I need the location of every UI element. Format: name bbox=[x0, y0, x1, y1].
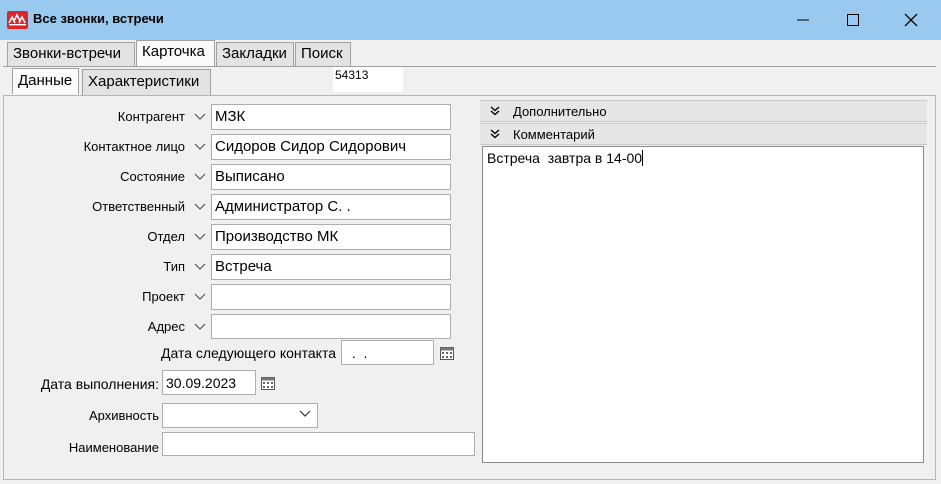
type-dropdown[interactable] bbox=[190, 254, 210, 280]
additional-section-header[interactable]: Дополнительно bbox=[480, 100, 927, 122]
status-field[interactable]: Выписано bbox=[211, 164, 451, 190]
calendar-icon[interactable] bbox=[260, 375, 276, 391]
title-bar: Все звонки, встречи bbox=[0, 0, 941, 40]
contractor-field[interactable]: МЗК bbox=[211, 104, 451, 130]
comment-text: Встреча завтра в 14-00 bbox=[487, 150, 643, 166]
chevron-down-icon bbox=[194, 203, 206, 210]
comment-section-header[interactable]: Комментарий bbox=[480, 123, 927, 145]
chevron-down-icon bbox=[194, 233, 206, 240]
status-label: Состояние bbox=[120, 169, 185, 184]
name-field[interactable] bbox=[162, 432, 475, 456]
name-label: Наименование bbox=[68, 440, 159, 455]
archive-select[interactable] bbox=[162, 403, 318, 428]
address-field[interactable] bbox=[211, 314, 451, 339]
department-field[interactable]: Производство МК bbox=[211, 224, 451, 250]
minimize-icon bbox=[797, 19, 809, 21]
minimize-button[interactable] bbox=[780, 0, 826, 40]
chevron-down-icon bbox=[194, 173, 206, 180]
responsible-dropdown[interactable] bbox=[190, 194, 210, 220]
text-cursor bbox=[642, 150, 644, 166]
subtab-characteristics[interactable]: Характеристики bbox=[82, 69, 211, 95]
maximize-icon bbox=[847, 14, 859, 26]
maximize-button[interactable] bbox=[830, 0, 876, 40]
tab-card[interactable]: Карточка bbox=[136, 40, 215, 66]
contractor-dropdown[interactable] bbox=[190, 104, 210, 130]
address-dropdown[interactable] bbox=[190, 314, 210, 340]
project-field[interactable] bbox=[211, 284, 451, 310]
tab-search[interactable]: Поиск bbox=[295, 42, 351, 66]
responsible-field[interactable]: Администратор С. . bbox=[211, 194, 451, 220]
close-button[interactable] bbox=[888, 0, 934, 40]
close-icon bbox=[904, 13, 918, 27]
chevron-down-icon bbox=[194, 293, 206, 300]
app-logo-icon bbox=[7, 11, 28, 29]
department-dropdown[interactable] bbox=[190, 224, 210, 250]
next-contact-date-field[interactable]: . . bbox=[341, 340, 434, 365]
completion-date-label: Дата выполнения: bbox=[40, 376, 159, 392]
chevron-down-icon bbox=[194, 323, 206, 330]
type-label: Тип bbox=[163, 259, 185, 274]
double-chevron-down-icon bbox=[490, 106, 500, 116]
contact-person-label: Контактное лицо bbox=[83, 139, 185, 154]
type-field[interactable]: Встреча bbox=[211, 254, 451, 280]
tab-strip-line bbox=[3, 66, 936, 67]
tab-calls-meetings[interactable]: Звонки-встречи bbox=[7, 42, 135, 66]
double-chevron-down-icon bbox=[490, 129, 500, 139]
calendar-icon[interactable] bbox=[439, 345, 455, 361]
chevron-down-icon bbox=[194, 263, 206, 270]
tab-bookmarks[interactable]: Закладки bbox=[216, 42, 294, 66]
window-title: Все звонки, встречи bbox=[33, 11, 164, 26]
contractor-label: Контрагент bbox=[117, 109, 185, 124]
chevron-down-icon bbox=[194, 113, 206, 120]
project-dropdown[interactable] bbox=[190, 284, 210, 310]
chevron-down-icon bbox=[194, 143, 206, 150]
chevron-down-icon bbox=[299, 410, 311, 417]
subtab-data[interactable]: Данные bbox=[12, 68, 79, 94]
project-label: Проект bbox=[142, 289, 185, 304]
address-label: Адрес bbox=[147, 319, 185, 334]
additional-section-label: Дополнительно bbox=[513, 104, 607, 119]
archive-label: Архивность bbox=[88, 408, 159, 423]
record-id: 54313 bbox=[333, 67, 403, 92]
department-label: Отдел bbox=[147, 229, 185, 244]
contact-person-field[interactable]: Сидоров Сидор Сидорович bbox=[211, 134, 451, 160]
contact-person-dropdown[interactable] bbox=[190, 134, 210, 160]
completion-date-field[interactable]: 30.09.2023 bbox=[162, 370, 256, 395]
next-contact-date-label: Дата следующего контакта bbox=[161, 345, 336, 361]
comment-textarea[interactable]: Встреча завтра в 14-00 bbox=[482, 146, 924, 463]
status-dropdown[interactable] bbox=[190, 164, 210, 190]
comment-section-label: Комментарий bbox=[513, 127, 595, 142]
responsible-label: Ответственный bbox=[92, 199, 185, 214]
